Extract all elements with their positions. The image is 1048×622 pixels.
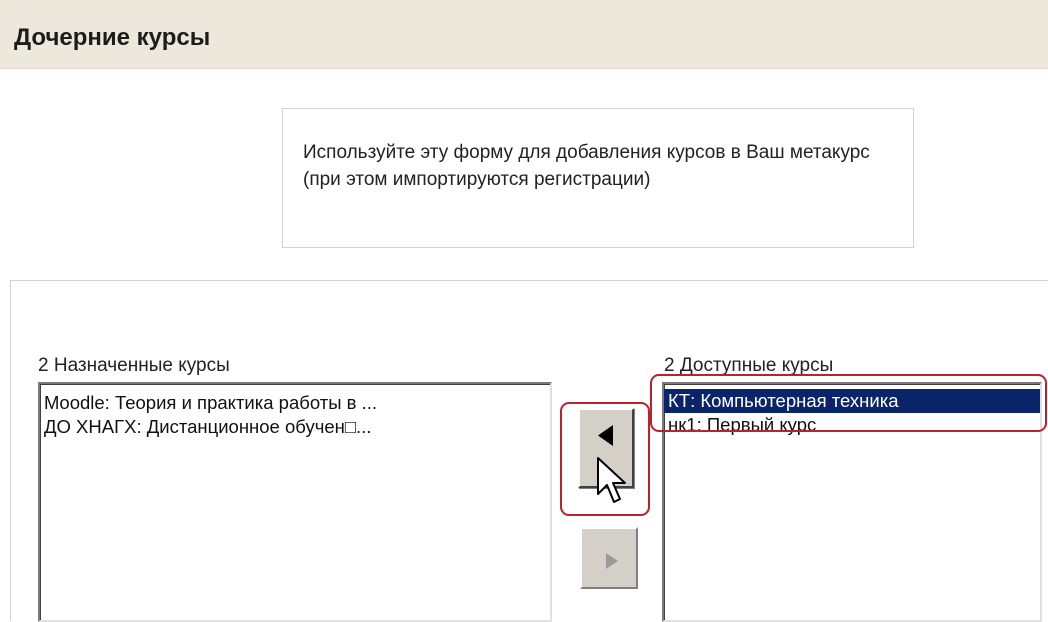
arrow-right-icon bbox=[606, 553, 618, 569]
mouse-pointer-icon bbox=[597, 457, 626, 503]
info-text: Используйте эту форму для добавления кур… bbox=[303, 142, 870, 190]
highlight-selected-course bbox=[650, 374, 1047, 432]
assigned-course-option[interactable]: Moodle: Теория и практика работы в ... bbox=[40, 391, 550, 415]
assigned-courses-label: 2 Назначенные курсы bbox=[38, 355, 230, 376]
info-box: Используйте эту форму для добавления кур… bbox=[282, 108, 914, 248]
section-title: Дочерние курсы bbox=[14, 24, 211, 51]
remove-course-button[interactable] bbox=[580, 527, 638, 589]
section-header: Дочерние курсы bbox=[0, 0, 1048, 69]
assigned-courses-listbox[interactable]: Moodle: Теория и практика работы в ... Д… bbox=[38, 382, 552, 622]
assigned-course-option[interactable]: ДО ХНАГХ: Дистанционное обучен□... bbox=[40, 415, 550, 439]
